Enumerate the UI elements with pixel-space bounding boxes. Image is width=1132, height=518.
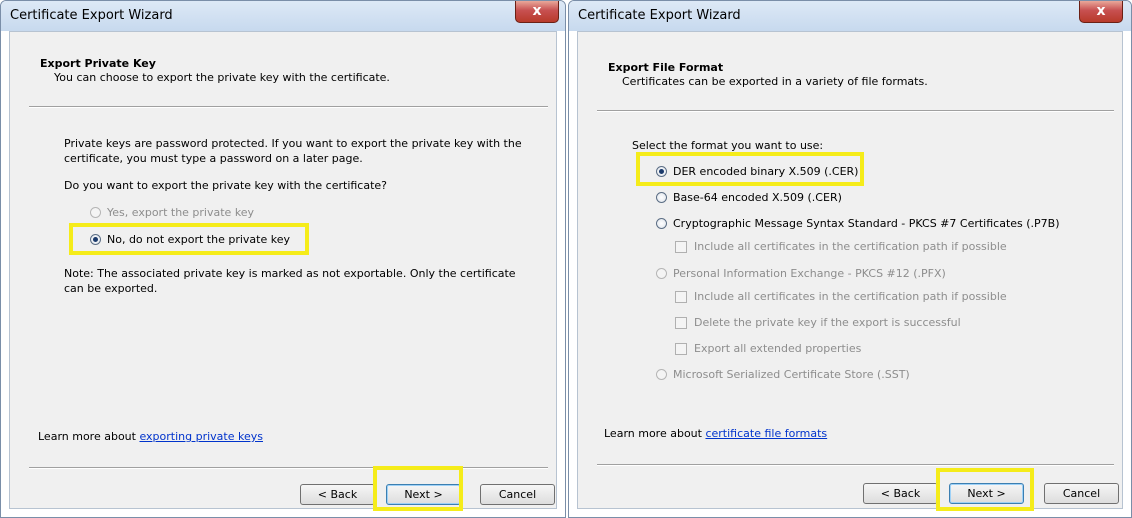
highlight-der-format-option xyxy=(636,152,864,186)
header-divider xyxy=(597,110,1114,112)
back-button[interactable]: < Back xyxy=(300,484,375,505)
format-prompt: Select the format you want to use: xyxy=(632,139,824,152)
page-subtitle: Certificates can be exported in a variet… xyxy=(622,75,928,88)
page-title: Export File Format xyxy=(608,61,724,74)
export-question: Do you want to export the private key wi… xyxy=(64,179,388,192)
info-paragraph-line2: certificate, you must type a password on… xyxy=(64,152,363,165)
cancel-button[interactable]: Cancel xyxy=(1044,483,1119,504)
highlight-left-next-button xyxy=(373,466,463,511)
radio-sst-format-label: Microsoft Serialized Certificate Store (… xyxy=(673,368,910,381)
info-paragraph-line1: Private keys are password protected. If … xyxy=(64,137,522,150)
title-bar[interactable]: Certificate Export Wizard x xyxy=(1,1,565,31)
checkbox-include-certs-p7b-label: Include all certificates in the certific… xyxy=(694,240,1007,253)
learn-more: Learn more about certificate file format… xyxy=(604,426,827,441)
highlight-no-export-option xyxy=(69,223,309,255)
radio-pfx-format[interactable] xyxy=(656,268,667,279)
page-subtitle: You can choose to export the private key… xyxy=(54,71,390,84)
checkbox-include-certs-p7b[interactable] xyxy=(675,241,687,253)
page-title: Export Private Key xyxy=(40,57,156,70)
certificate-file-formats-link[interactable]: certificate file formats xyxy=(705,427,827,440)
note-line2: can be exported. xyxy=(64,282,158,295)
learn-more-prefix: Learn more about xyxy=(604,427,706,440)
footer-divider xyxy=(597,464,1114,466)
checkbox-export-extended-properties-label: Export all extended properties xyxy=(694,342,862,355)
checkbox-delete-private-key[interactable] xyxy=(675,317,687,329)
radio-yes-export-label: Yes, export the private key xyxy=(107,206,255,219)
title-bar[interactable]: Certificate Export Wizard x xyxy=(569,1,1131,31)
close-icon: x xyxy=(1096,3,1106,19)
radio-pkcs7-format[interactable] xyxy=(656,218,667,229)
radio-sst-format[interactable] xyxy=(656,369,667,380)
checkbox-export-extended-properties[interactable] xyxy=(675,343,687,355)
close-button[interactable]: x xyxy=(515,1,559,23)
note-line1: Note: The associated private key is mark… xyxy=(64,267,516,280)
left-wizard-window: Certificate Export Wizard x Export Priva… xyxy=(0,0,566,518)
back-button[interactable]: < Back xyxy=(863,483,938,504)
cancel-button[interactable]: Cancel xyxy=(480,484,555,505)
right-wizard-window: Certificate Export Wizard x Export File … xyxy=(568,0,1132,518)
radio-base64-format[interactable] xyxy=(656,192,667,203)
radio-pkcs7-format-label: Cryptographic Message Syntax Standard - … xyxy=(673,217,1060,230)
wizard-frame: Export Private Key You can choose to exp… xyxy=(9,31,557,509)
header-divider xyxy=(29,106,548,108)
checkbox-delete-private-key-label: Delete the private key if the export is … xyxy=(694,316,961,329)
wizard-frame: Export File Format Certificates can be e… xyxy=(577,31,1123,509)
checkbox-include-certs-pfx[interactable] xyxy=(675,291,687,303)
footer-divider xyxy=(29,467,548,469)
window-title: Certificate Export Wizard xyxy=(578,8,741,23)
exporting-private-keys-link[interactable]: exporting private keys xyxy=(139,430,263,443)
learn-more-prefix: Learn more about xyxy=(38,430,140,443)
learn-more: Learn more about exporting private keys xyxy=(38,429,263,444)
checkbox-include-certs-pfx-label: Include all certificates in the certific… xyxy=(694,290,1007,303)
highlight-right-next-button xyxy=(936,468,1034,511)
radio-yes-export[interactable] xyxy=(90,207,101,218)
close-icon: x xyxy=(532,3,542,19)
close-button[interactable]: x xyxy=(1079,1,1123,23)
window-title: Certificate Export Wizard xyxy=(10,8,173,23)
radio-pfx-format-label: Personal Information Exchange - PKCS #12… xyxy=(673,267,946,280)
radio-base64-format-label: Base-64 encoded X.509 (.CER) xyxy=(673,191,842,204)
